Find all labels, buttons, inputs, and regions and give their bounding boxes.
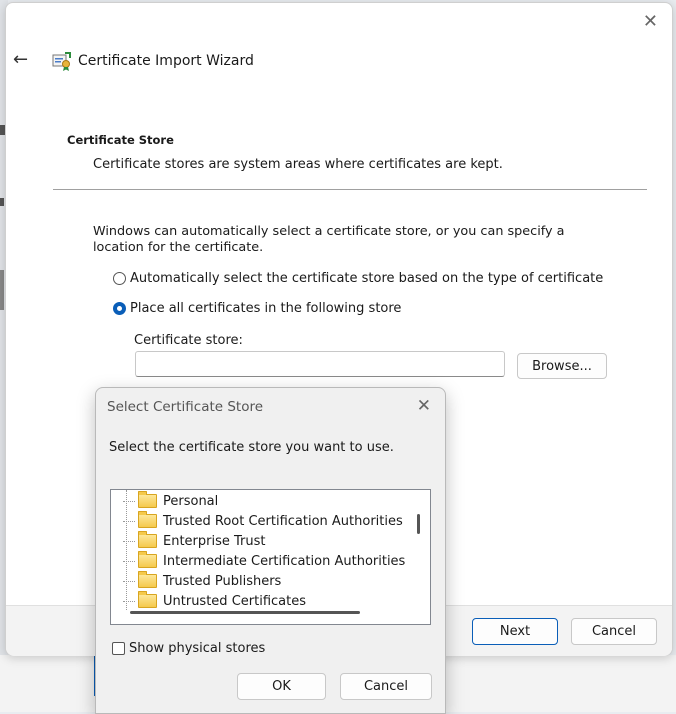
- dialog-prompt: Select the certificate store you want to…: [109, 440, 394, 455]
- dialog-title: Select Certificate Store: [107, 399, 264, 415]
- certificate-store-label: Certificate store:: [134, 333, 243, 348]
- show-physical-label: Show physical stores: [129, 641, 266, 656]
- tree-tick: [123, 580, 135, 582]
- checkbox[interactable]: [112, 642, 125, 655]
- radio-auto-select[interactable]: Automatically select the certificate sto…: [113, 271, 603, 286]
- divider: [53, 189, 647, 190]
- show-physical-stores[interactable]: Show physical stores: [112, 641, 265, 656]
- tree-tick: [123, 600, 135, 602]
- background-fragment: [0, 198, 4, 206]
- folder-icon: [138, 551, 157, 568]
- select-certificate-store-dialog: Select Certificate Store ✕ Select the ce…: [95, 387, 446, 714]
- tree-item-label: Trusted Root Certification Authorities: [163, 513, 403, 529]
- tree-tick: [123, 500, 135, 502]
- tree-tick: [123, 540, 135, 542]
- tree-item[interactable]: Personal: [123, 491, 218, 511]
- tree-item-label: Untrusted Certificates: [163, 593, 306, 609]
- cancel-button[interactable]: Cancel: [571, 618, 657, 645]
- tree-item[interactable]: Enterprise Trust: [123, 531, 266, 551]
- horizontal-scrollbar[interactable]: [130, 611, 360, 614]
- radio-auto-label: Automatically select the certificate sto…: [130, 271, 604, 286]
- tree-tick: [123, 560, 135, 562]
- folder-icon: [138, 511, 157, 528]
- tree-item[interactable]: Trusted Publishers: [123, 571, 281, 591]
- background-fragment: [0, 270, 4, 310]
- folder-icon: [138, 491, 157, 508]
- folder-icon: [138, 591, 157, 608]
- close-icon[interactable]: ✕: [417, 396, 431, 416]
- back-arrow-icon[interactable]: ←: [13, 49, 28, 70]
- tree-item[interactable]: Untrusted Certificates: [123, 591, 306, 611]
- certificate-icon: [52, 52, 71, 71]
- radio-manual-label: Place all certificates in the following …: [130, 301, 402, 316]
- certificate-store-tree[interactable]: Personal Trusted Root Certification Auth…: [110, 489, 431, 625]
- section-heading: Certificate Store: [67, 133, 174, 147]
- section-description: Certificate stores are system areas wher…: [93, 157, 503, 172]
- next-button[interactable]: Next: [472, 618, 558, 645]
- certificate-store-field[interactable]: [135, 351, 505, 377]
- folder-icon: [138, 571, 157, 588]
- tree-tick: [123, 520, 135, 522]
- radio-place-in-store[interactable]: Place all certificates in the following …: [113, 301, 401, 316]
- tree-item-label: Enterprise Trust: [163, 533, 266, 549]
- vertical-scrollbar[interactable]: [417, 514, 420, 534]
- tree-item-label: Personal: [163, 493, 219, 509]
- dialog-cancel-button[interactable]: Cancel: [340, 673, 432, 700]
- radio-button[interactable]: [113, 272, 126, 285]
- folder-icon: [138, 531, 157, 548]
- tree-item[interactable]: Intermediate Certification Authorities: [123, 551, 405, 571]
- ok-button[interactable]: OK: [237, 673, 326, 700]
- tree-item[interactable]: Trusted Root Certification Authorities: [123, 511, 403, 531]
- close-icon[interactable]: ✕: [643, 11, 658, 32]
- browse-button[interactable]: Browse...: [517, 353, 607, 379]
- tree-item-label: Trusted Publishers: [163, 573, 282, 589]
- radio-button-checked[interactable]: [113, 302, 126, 315]
- wizard-title: Certificate Import Wizard: [78, 53, 254, 69]
- intro-text: Windows can automatically select a certi…: [93, 224, 565, 255]
- tree-item-label: Intermediate Certification Authorities: [163, 553, 406, 569]
